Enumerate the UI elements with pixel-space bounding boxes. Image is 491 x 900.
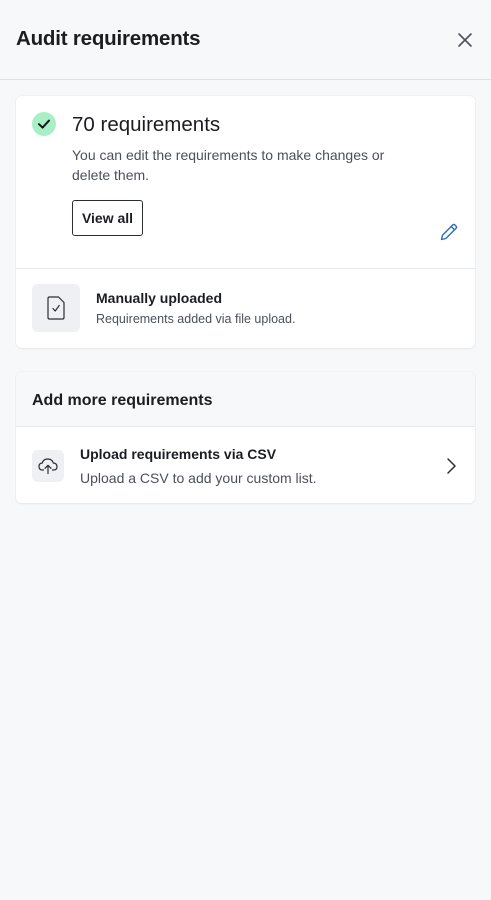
requirements-description: You can edit the requirements to make ch… xyxy=(72,147,385,183)
add-requirements-card: Add more requirements Upload requirement… xyxy=(16,372,475,503)
pencil-icon xyxy=(440,223,458,241)
add-requirements-title: Add more requirements xyxy=(32,392,213,409)
requirements-count: 70 requirements xyxy=(72,113,221,136)
close-icon xyxy=(458,33,472,47)
source-subtitle: Requirements added via file upload. xyxy=(96,312,296,326)
upload-csv-option[interactable]: Upload requirements via CSV Upload a CSV… xyxy=(16,428,475,503)
requirements-summary-card: 70 requirements You can edit the require… xyxy=(16,96,475,348)
page-title: Audit requirements xyxy=(16,27,201,50)
upload-csv-title: Upload requirements via CSV xyxy=(80,446,277,462)
view-all-button[interactable]: View all xyxy=(72,200,143,236)
edit-button[interactable] xyxy=(437,220,461,244)
document-check-icon xyxy=(32,284,80,332)
check-icon xyxy=(32,112,56,136)
source-row: Manually uploaded Requirements added via… xyxy=(16,269,475,348)
upload-csv-subtitle: Upload a CSV to add your custom list. xyxy=(80,470,317,486)
chevron-right-icon xyxy=(439,454,463,478)
panel-header: Audit requirements xyxy=(0,0,491,80)
source-title: Manually uploaded xyxy=(96,290,223,306)
cloud-upload-icon xyxy=(32,450,64,482)
close-button[interactable] xyxy=(453,28,477,52)
add-requirements-header: Add more requirements xyxy=(16,372,475,427)
